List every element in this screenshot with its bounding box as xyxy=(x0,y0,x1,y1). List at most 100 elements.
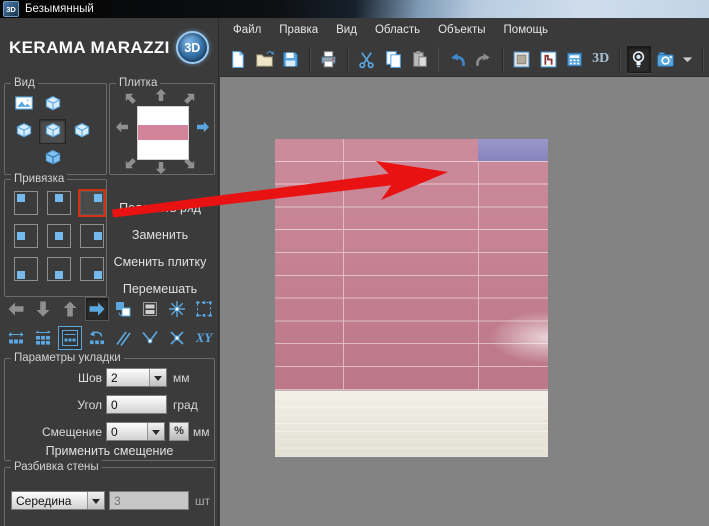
snap-tl-button[interactable] xyxy=(14,191,38,215)
framed-tiles-icon xyxy=(60,328,80,348)
select-area-button[interactable] xyxy=(192,297,216,321)
view-bottom-button[interactable] xyxy=(39,146,66,171)
fill-area-button[interactable] xyxy=(58,326,82,350)
move-right-button[interactable] xyxy=(85,297,109,321)
wall-accent-tile[interactable] xyxy=(478,139,548,161)
cut-button[interactable] xyxy=(355,46,379,73)
new-file-button[interactable] xyxy=(226,46,250,73)
tile-arrow-up-button[interactable] xyxy=(153,87,169,103)
objects-button[interactable] xyxy=(536,46,560,73)
cross-button[interactable] xyxy=(165,326,189,350)
snap-dot xyxy=(55,232,63,240)
screenshot-button[interactable] xyxy=(653,46,677,73)
xy-coords-button[interactable]: XY xyxy=(192,326,216,350)
undo-button[interactable] xyxy=(445,46,469,73)
save-button[interactable] xyxy=(279,46,303,73)
angle-join-icon xyxy=(140,328,160,348)
shuffle-button[interactable]: Перемешать xyxy=(107,279,213,299)
menu-area[interactable]: Область xyxy=(366,20,429,40)
menu-edit[interactable]: Правка xyxy=(270,20,327,40)
seam-combo[interactable]: 2 xyxy=(106,368,167,387)
move-left-button[interactable] xyxy=(4,297,28,321)
tile-arrow-left-button[interactable] xyxy=(114,119,130,135)
wall-pink-tiles[interactable] xyxy=(275,139,548,390)
screenshot-menu-button[interactable] xyxy=(679,46,696,73)
furniture-icon xyxy=(538,49,559,70)
corner-join-button[interactable] xyxy=(138,326,162,350)
view-right-button[interactable] xyxy=(68,119,95,144)
open-file-button[interactable] xyxy=(252,46,276,73)
row-tiles-icon xyxy=(6,328,26,348)
freeze-button[interactable] xyxy=(165,297,189,321)
toolbar-separator xyxy=(619,47,621,71)
snap-tr-button[interactable] xyxy=(80,191,104,215)
change-tile-button[interactable]: Сменить плитку xyxy=(107,252,213,272)
wall-split-mode-combo[interactable]: Середина xyxy=(11,491,105,510)
view-top-button[interactable] xyxy=(39,92,66,117)
redo-button[interactable] xyxy=(472,46,496,73)
shift-grid-button[interactable] xyxy=(31,326,55,350)
menu-help[interactable]: Помощь xyxy=(495,20,557,40)
snap-br-button[interactable] xyxy=(80,257,104,281)
view-photo-button[interactable] xyxy=(10,92,37,117)
print-button[interactable] xyxy=(317,46,341,73)
menu-view[interactable]: Вид xyxy=(327,20,366,40)
wall-split-dropdown-icon[interactable] xyxy=(87,492,104,509)
menu-objects[interactable]: Объекты xyxy=(429,20,494,40)
view-front-button[interactable] xyxy=(39,119,66,144)
tile-arrow-up-right-button[interactable] xyxy=(182,90,198,106)
block-arrow-down-icon xyxy=(153,160,169,176)
tile-preview xyxy=(137,106,189,160)
tile-arrow-right-button[interactable] xyxy=(195,119,211,135)
angle-input[interactable]: 0 xyxy=(106,395,167,414)
logo: KERAMA MARAZZI 3D xyxy=(0,18,219,77)
tile-arrow-up-left-button[interactable] xyxy=(122,90,138,106)
parallel-lines-button[interactable] xyxy=(112,326,136,350)
lay-row-button[interactable]: Положить ряд xyxy=(107,198,213,218)
logo-3d-badge: 3D xyxy=(176,31,209,64)
tile-arrow-down-button[interactable] xyxy=(153,160,169,176)
grout-line xyxy=(343,139,344,390)
materials-button[interactable] xyxy=(510,46,534,73)
move-down-button[interactable] xyxy=(31,297,55,321)
main-toolbar: 3D xyxy=(220,42,709,77)
copy-button[interactable] xyxy=(381,46,405,73)
menu-file[interactable]: Файл xyxy=(224,20,270,40)
diag-lines-icon xyxy=(113,328,133,348)
rows-icon xyxy=(140,299,160,319)
snap-bl-button[interactable] xyxy=(14,257,38,281)
move-copy-button[interactable] xyxy=(112,297,136,321)
snap-dot xyxy=(55,271,63,279)
view-left-button[interactable] xyxy=(10,119,37,144)
move-up-button[interactable] xyxy=(58,297,82,321)
mode-3d-button[interactable]: 3D xyxy=(589,46,613,73)
estimate-button[interactable] xyxy=(562,46,586,73)
undo-row-button[interactable] xyxy=(85,326,109,350)
undo-icon xyxy=(447,49,468,70)
wall-bottom-tiles[interactable] xyxy=(275,390,548,457)
wall-split-count-input[interactable]: 3 xyxy=(109,491,189,510)
rows-layout-button[interactable] xyxy=(138,297,162,321)
paste-icon xyxy=(409,49,430,70)
offset-combo[interactable]: 0 xyxy=(106,422,165,441)
lighting-button[interactable] xyxy=(627,46,651,73)
view-panel-label: Вид xyxy=(11,76,38,90)
offset-dropdown-icon[interactable] xyxy=(147,423,164,440)
snap-mc-button[interactable] xyxy=(47,224,71,248)
replace-button[interactable]: Заменить xyxy=(107,225,213,245)
apply-offset-button[interactable]: Применить смещение xyxy=(5,441,214,461)
snap-tc-button[interactable] xyxy=(47,191,71,215)
snap-mr-button[interactable] xyxy=(80,224,104,248)
snap-bc-button[interactable] xyxy=(47,257,71,281)
material-icon xyxy=(511,49,532,70)
tile-arrow-down-left-button[interactable] xyxy=(122,156,138,172)
chevron-down-icon xyxy=(677,49,698,70)
paste-button[interactable] xyxy=(407,46,431,73)
shift-row-button[interactable] xyxy=(4,326,28,350)
seam-dropdown-icon[interactable] xyxy=(149,369,166,386)
titlebar: 3D Безымянный xyxy=(0,0,709,18)
angle-label: Угол xyxy=(5,398,102,412)
snap-ml-button[interactable] xyxy=(14,224,38,248)
percent-toggle-button[interactable]: % xyxy=(169,422,189,441)
tiled-wall[interactable] xyxy=(275,139,548,457)
